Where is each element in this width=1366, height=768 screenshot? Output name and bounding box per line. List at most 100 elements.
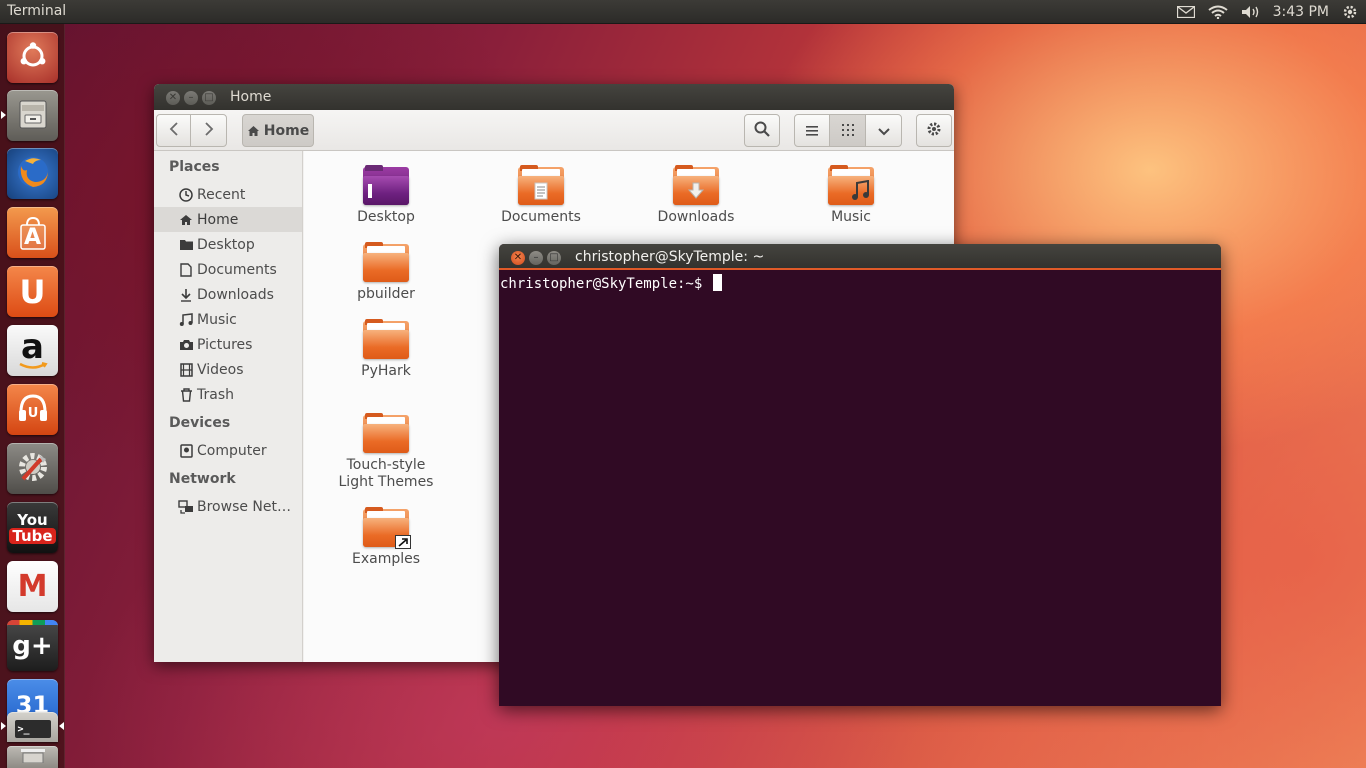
chevron-right-icon xyxy=(204,121,214,140)
film-icon xyxy=(178,362,194,377)
maximize-button[interactable]: □ xyxy=(202,91,216,105)
launcher-google-plus[interactable]: g+ xyxy=(7,620,58,671)
launcher-ubuntu-one-music[interactable]: U xyxy=(7,384,58,435)
firefox-icon xyxy=(13,152,53,196)
top-panel: Terminal 3:43 PM xyxy=(0,0,1366,24)
sidebar-item-label: Browse Net… xyxy=(197,498,292,515)
sidebar-item-label: Recent xyxy=(197,186,246,203)
sidebar-item-label: Music xyxy=(197,311,237,328)
terminal-output[interactable]: christopher@SkyTemple:~$ xyxy=(500,274,722,292)
terminal-titlebar[interactable]: ✕ – □ christopher@SkyTemple: ~ xyxy=(499,244,1221,270)
view-options-button[interactable] xyxy=(865,114,902,147)
trash-icon xyxy=(18,747,48,767)
amazon-icon: a xyxy=(18,326,48,369)
file-item-documents[interactable]: Documents xyxy=(476,165,606,225)
launcher-system-settings[interactable] xyxy=(7,443,58,494)
sidebar-item-home[interactable]: Home xyxy=(154,207,302,232)
sidebar-item-label: Documents xyxy=(197,261,277,278)
focused-indicator xyxy=(59,722,64,730)
minimize-button[interactable]: – xyxy=(529,251,543,265)
search-icon xyxy=(754,121,770,141)
volume-icon[interactable] xyxy=(1240,3,1262,21)
launcher-gmail[interactable]: M xyxy=(7,561,58,612)
sidebar-item-desktop[interactable]: Desktop xyxy=(154,232,302,257)
close-button[interactable]: ✕ xyxy=(511,251,525,265)
close-icon: ✕ xyxy=(513,252,523,263)
sidebar-heading-places: Places xyxy=(169,159,220,175)
file-item-examples[interactable]: Examples xyxy=(321,507,451,567)
file-item-label: pbuilder xyxy=(357,286,415,302)
window-title: christopher@SkyTemple: ~ xyxy=(575,249,765,265)
desktop-folder-icon xyxy=(363,165,409,205)
list-view-icon xyxy=(806,122,818,140)
sidebar-item-pictures[interactable]: Pictures xyxy=(154,332,302,357)
files-titlebar[interactable]: ✕ – □ Home xyxy=(154,84,954,110)
sidebar-item-label: Videos xyxy=(197,361,244,378)
file-item-pyhark[interactable]: PyHark xyxy=(321,319,451,379)
search-button[interactable] xyxy=(744,114,780,147)
gear-icon[interactable] xyxy=(1340,3,1360,21)
gear-icon xyxy=(926,121,942,141)
launcher-software-center[interactable]: A xyxy=(7,207,58,258)
wifi-icon[interactable] xyxy=(1206,3,1230,21)
settings-button[interactable] xyxy=(916,114,952,147)
file-item-label: Music xyxy=(831,209,871,225)
terminal-window[interactable]: ✕ – □ christopher@SkyTemple: ~ christoph… xyxy=(499,244,1221,706)
sidebar-item-label: Computer xyxy=(197,442,267,459)
launcher-firefox[interactable] xyxy=(7,148,58,199)
file-item-label: Touch-style Light Themes xyxy=(338,457,434,490)
close-button[interactable]: ✕ xyxy=(166,91,180,105)
headphones-icon: U xyxy=(15,390,51,430)
file-item-touch-style-light-themes[interactable]: Touch-style Light Themes xyxy=(321,413,451,491)
grid-view-button[interactable] xyxy=(829,114,866,147)
file-item-desktop[interactable]: Desktop xyxy=(321,165,451,225)
sidebar-item-recent[interactable]: Recent xyxy=(154,182,302,207)
shopping-bag-icon: A xyxy=(19,215,46,250)
ubuntu-one-icon: U xyxy=(19,272,46,311)
folder-icon xyxy=(363,319,409,359)
window-title: Home xyxy=(230,89,272,105)
sidebar-item-downloads[interactable]: Downloads xyxy=(154,282,302,307)
maximize-button[interactable]: □ xyxy=(547,251,561,265)
sidebar-item-label: Home xyxy=(197,211,239,228)
sidebar-item-documents[interactable]: Documents xyxy=(154,257,302,282)
file-item-music[interactable]: Music xyxy=(786,165,916,225)
sidebar-item-trash[interactable]: Trash xyxy=(154,382,302,407)
launcher-youtube[interactable]: You Tube xyxy=(7,502,58,553)
clock[interactable]: 3:43 PM xyxy=(1273,3,1329,21)
minimize-button[interactable]: – xyxy=(184,91,198,105)
sidebar-item-music[interactable]: Music xyxy=(154,307,302,332)
sidebar-item-computer[interactable]: Computer xyxy=(154,438,302,463)
music-icon xyxy=(178,312,194,327)
svg-text:U: U xyxy=(27,406,38,421)
launcher-files[interactable] xyxy=(7,90,58,141)
list-view-button[interactable] xyxy=(794,114,830,147)
launcher-dash-home[interactable] xyxy=(7,32,58,83)
folder-icon xyxy=(363,413,409,453)
home-icon xyxy=(178,214,194,226)
file-item-pbuilder[interactable]: pbuilder xyxy=(321,242,451,302)
chevron-left-icon xyxy=(169,121,179,140)
launcher-ubuntu-one[interactable]: U xyxy=(7,266,58,317)
settings-icon xyxy=(13,447,53,491)
sidebar-item-label: Desktop xyxy=(197,236,255,253)
clock-icon xyxy=(178,187,194,202)
launcher-terminal[interactable]: >_ xyxy=(7,712,58,742)
sidebar-item-videos[interactable]: Videos xyxy=(154,357,302,382)
file-item-label: Downloads xyxy=(657,209,735,225)
sidebar-item-browse-network[interactable]: Browse Net… xyxy=(154,494,302,519)
file-item-label: PyHark xyxy=(361,363,411,379)
back-button[interactable] xyxy=(156,114,191,147)
file-cabinet-icon xyxy=(16,97,50,135)
launcher-amazon[interactable]: a xyxy=(7,325,58,376)
location-home-button[interactable]: Home xyxy=(242,114,314,147)
document-icon xyxy=(178,262,194,277)
mail-icon[interactable] xyxy=(1176,3,1196,21)
forward-button[interactable] xyxy=(190,114,227,147)
file-item-downloads[interactable]: Downloads xyxy=(631,165,761,225)
location-label: Home xyxy=(263,122,310,139)
running-indicator xyxy=(1,722,6,730)
download-icon xyxy=(178,288,194,302)
launcher-trash[interactable] xyxy=(7,746,58,768)
downloads-folder-icon xyxy=(673,165,719,205)
